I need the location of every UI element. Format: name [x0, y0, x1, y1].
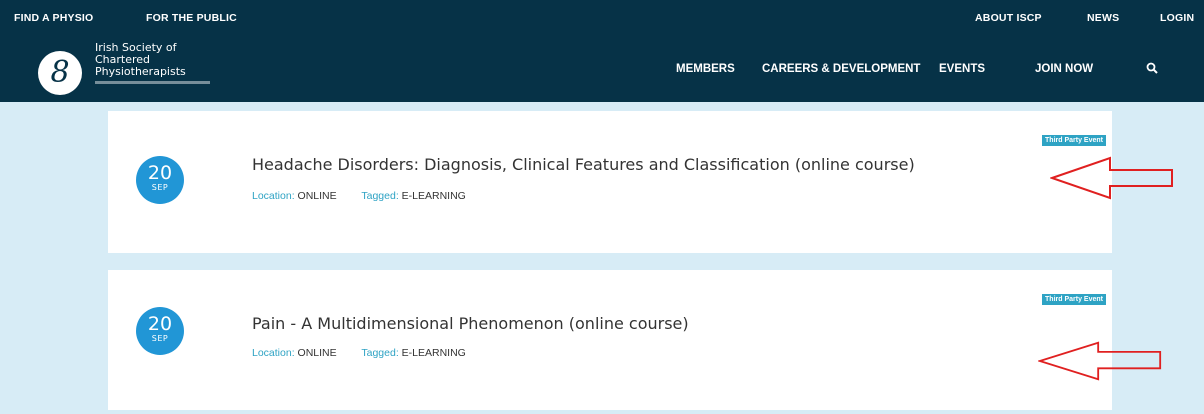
nav-join-now[interactable]: JOIN NOW	[1035, 63, 1093, 75]
tag-link[interactable]: E-LEARNING	[402, 347, 466, 359]
event-day: 20	[147, 162, 173, 184]
nav-login[interactable]: LOGIN	[1160, 12, 1194, 24]
logo-tagline	[95, 81, 210, 84]
event-meta: Location: ONLINE Tagged: E-LEARNING	[252, 190, 488, 202]
nav-about-iscp[interactable]: ABOUT ISCP	[975, 12, 1042, 24]
tagged-label: Tagged:	[361, 347, 399, 359]
search-icon[interactable]	[1146, 62, 1158, 74]
location-value: ONLINE	[297, 190, 337, 202]
event-card[interactable]: Third Party Event 20 SEP Pain - A Multid…	[108, 270, 1112, 410]
event-title-link[interactable]: Headache Disorders: Diagnosis, Clinical …	[252, 155, 915, 174]
annotation-arrow-icon	[1038, 341, 1162, 381]
location-label: Location:	[252, 190, 295, 202]
event-date-badge: 20 SEP	[136, 156, 184, 204]
event-date-badge: 20 SEP	[136, 307, 184, 355]
nav-careers-development[interactable]: CAREERS & DEVELOPMENT	[762, 63, 920, 75]
event-day: 20	[147, 313, 173, 335]
nav-members[interactable]: MEMBERS	[676, 63, 735, 75]
nav-events[interactable]: EVENTS	[939, 63, 985, 75]
nav-find-physio[interactable]: FIND A PHYSIO	[14, 12, 93, 24]
event-title-link[interactable]: Pain - A Multidimensional Phenomenon (on…	[252, 314, 689, 333]
third-party-event-badge: Third Party Event	[1042, 294, 1106, 305]
event-card[interactable]: Third Party Event 20 SEP Headache Disord…	[108, 111, 1112, 253]
tag-link[interactable]: E-LEARNING	[402, 190, 466, 202]
logo-text: Irish Society of Chartered Physiotherapi…	[95, 42, 210, 84]
event-month: SEP	[151, 183, 169, 192]
location-value: ONLINE	[297, 347, 337, 359]
nav-news[interactable]: NEWS	[1087, 12, 1119, 24]
logo-icon: 8	[38, 51, 82, 95]
annotation-arrow-icon	[1050, 156, 1173, 200]
location-label: Location:	[252, 347, 295, 359]
event-month: SEP	[151, 334, 169, 343]
event-meta: Location: ONLINE Tagged: E-LEARNING	[252, 347, 488, 359]
tagged-label: Tagged:	[361, 190, 399, 202]
site-logo[interactable]: 8 Irish Society of Chartered Physiothera…	[0, 36, 240, 102]
logo-line-3: Physiotherapists	[95, 65, 186, 78]
nav-for-the-public[interactable]: FOR THE PUBLIC	[146, 12, 237, 24]
third-party-event-badge: Third Party Event	[1042, 135, 1106, 146]
